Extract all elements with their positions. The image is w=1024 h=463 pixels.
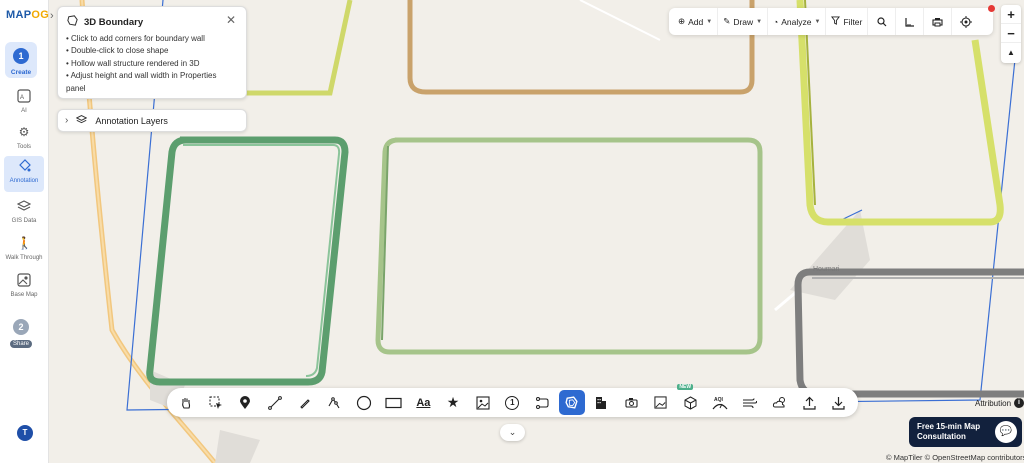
annotation-layers-toggle[interactable]: › Annotation Layers xyxy=(57,109,247,132)
map-copyright: © MapTiler © OpenStreetMap contributors xyxy=(886,453,1024,462)
pen-icon[interactable] xyxy=(292,390,318,415)
compass-icon[interactable]: ▲ xyxy=(1001,43,1021,62)
pie-chart-icon: ◔ xyxy=(773,16,779,27)
info-bullets: • Click to add corners for boundary wall… xyxy=(66,33,238,95)
locate-icon[interactable] xyxy=(952,8,980,35)
info-bullet: • Click to add corners for boundary wall xyxy=(66,34,205,43)
sidebar-item-gis-data[interactable]: GIS Data xyxy=(4,196,44,232)
filter-button[interactable]: Filter xyxy=(826,8,869,35)
consultation-button[interactable]: Free 15-min Map Consultation 💬 xyxy=(909,417,1022,447)
avatar[interactable]: T xyxy=(17,425,33,441)
measure-icon[interactable] xyxy=(896,8,925,35)
search-icon[interactable] xyxy=(868,8,897,35)
zoom-in-button[interactable]: + xyxy=(1001,5,1021,24)
info-bullet: panel xyxy=(66,83,86,93)
caret-down-icon: ▼ xyxy=(814,18,821,25)
cube-icon[interactable]: NEW xyxy=(677,384,703,415)
polyline-icon[interactable] xyxy=(321,390,347,415)
sidebar-item-ai[interactable]: A AI xyxy=(4,86,44,122)
image-icon[interactable] xyxy=(470,390,496,415)
info-bullet: • Hollow wall structure rendered in 3D xyxy=(66,58,200,68)
svg-text:AQI: AQI xyxy=(714,397,724,403)
layers-icon xyxy=(76,114,88,127)
weather-icon[interactable] xyxy=(766,390,792,415)
sidebar-item-tools[interactable]: ⚙ Tools xyxy=(4,122,44,158)
step-share[interactable]: 2 Share xyxy=(8,313,34,349)
caret-down-icon: ▼ xyxy=(706,18,713,25)
text-icon[interactable]: Aa xyxy=(410,390,436,415)
chevron-right-icon: › xyxy=(65,115,69,126)
photo-icon[interactable] xyxy=(648,390,674,415)
walker-icon: 🚶 xyxy=(17,236,32,250)
hand-icon[interactable] xyxy=(173,390,199,415)
basemap-icon xyxy=(17,273,31,287)
info-icon: i xyxy=(1014,398,1024,408)
analyze-button[interactable]: ◔ Analyze ▼ xyxy=(768,8,827,35)
paint-bucket-icon xyxy=(17,159,31,173)
plus-circle-icon: ⊕ xyxy=(678,16,686,26)
add-button[interactable]: ⊕ Add ▼ xyxy=(673,8,719,35)
drawing-toolbar: Aa ★ 1 NEW AQI xyxy=(167,384,858,417)
place-label: Houmari xyxy=(813,266,840,273)
download-icon[interactable] xyxy=(826,390,852,415)
zoom-out-button[interactable]: − xyxy=(1001,24,1021,43)
print-icon[interactable] xyxy=(924,8,953,35)
boundary-3d-icon[interactable] xyxy=(558,390,585,415)
upload-icon[interactable] xyxy=(796,390,822,415)
info-panel-title: 3D Boundary xyxy=(66,14,238,30)
camera-icon[interactable] xyxy=(618,390,644,415)
ai-icon: A xyxy=(17,89,31,103)
step-create[interactable]: 1 Create xyxy=(5,42,37,78)
building-icon[interactable] xyxy=(588,390,614,415)
attribution-button[interactable]: Attribution i xyxy=(975,398,1024,408)
rectangle-icon[interactable] xyxy=(381,390,407,415)
line-icon[interactable] xyxy=(262,390,288,415)
chevron-right-icon[interactable]: › xyxy=(50,10,54,22)
pin-icon[interactable] xyxy=(232,390,258,415)
select-icon[interactable] xyxy=(203,390,229,415)
chevron-down-icon[interactable]: ⌄ xyxy=(500,424,525,441)
sidebar-item-annotation[interactable]: Annotation xyxy=(4,156,44,192)
app-logo[interactable]: MAPOG xyxy=(6,9,49,21)
caret-down-icon: ▼ xyxy=(756,18,763,25)
star-icon[interactable]: ★ xyxy=(440,390,466,415)
left-sidebar: MAPOG 1 Create A AI ⚙ Tools Annotation G… xyxy=(0,0,49,463)
zoom-control: + − ▲ xyxy=(1001,5,1021,63)
info-bullet: • Double-click to close shape xyxy=(66,46,169,56)
wind-icon[interactable] xyxy=(737,390,763,415)
info-bullet: • Adjust height and wall width in Proper… xyxy=(66,71,217,81)
pencil-icon: ✎ xyxy=(723,16,731,26)
route-icon[interactable] xyxy=(529,390,555,415)
notification-dot xyxy=(988,5,995,12)
layers-icon xyxy=(16,199,32,213)
number-icon[interactable]: 1 xyxy=(499,390,525,415)
filter-icon xyxy=(831,16,841,27)
aqi-icon[interactable]: AQI xyxy=(707,390,733,415)
top-toolbar: ⊕ Add ▼ ✎ Draw ▼ ◔ Analyze ▼ Filter xyxy=(669,8,993,35)
gear-icon: ⚙ xyxy=(18,125,30,139)
chat-icon[interactable]: 💬 xyxy=(995,421,1017,443)
close-icon[interactable]: ✕ xyxy=(226,13,236,27)
sidebar-item-walk-through[interactable]: 🚶 Walk Through xyxy=(4,233,44,269)
draw-button[interactable]: ✎ Draw ▼ xyxy=(718,8,769,35)
circle-icon[interactable] xyxy=(351,390,377,415)
new-badge: NEW xyxy=(677,384,694,390)
svg-text:A: A xyxy=(20,95,24,101)
boundary-3d-icon xyxy=(66,14,79,30)
info-panel: 3D Boundary ✕ • Click to add corners for… xyxy=(57,6,247,99)
sidebar-item-base-map[interactable]: Base Map xyxy=(4,270,44,306)
